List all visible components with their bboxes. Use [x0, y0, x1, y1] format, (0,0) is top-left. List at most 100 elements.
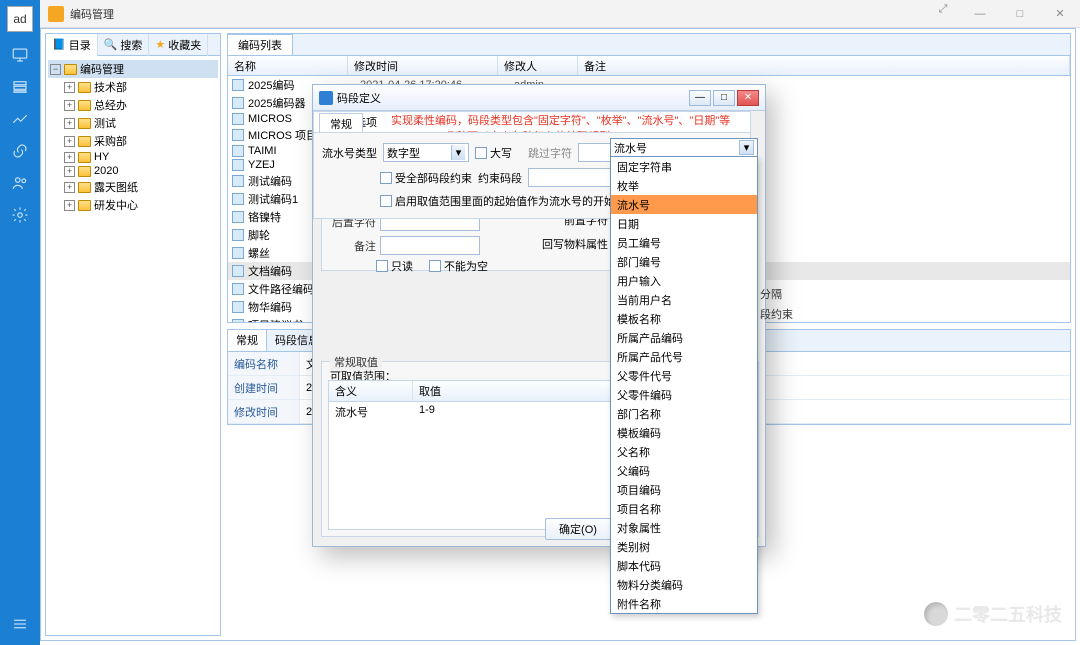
doc-icon [232, 175, 244, 187]
col-mtime[interactable]: 修改时间 [348, 56, 498, 75]
all-constraint-checkbox[interactable]: 受全部码段约束 [380, 170, 472, 186]
combo-option[interactable]: 物料分类编码 [611, 575, 757, 594]
expand-icon[interactable]: + [64, 182, 75, 193]
expand-icon[interactable]: + [64, 82, 75, 93]
chart-icon[interactable] [11, 110, 29, 128]
monitor-icon[interactable] [11, 46, 29, 64]
tab-directory[interactable]: 📘目录 [46, 34, 98, 56]
tree-node[interactable]: +露天图纸 [62, 178, 218, 196]
combo-option[interactable]: 对象属性 [611, 518, 757, 537]
dialog-tab-general[interactable]: 常规 [319, 113, 363, 134]
hamburger-icon[interactable] [11, 615, 29, 633]
tree-node[interactable]: +研发中心 [62, 196, 218, 214]
use-start-checkbox[interactable]: 启用取值范围里面的起始值作为流水号的开始值 [380, 193, 626, 209]
doc-icon [232, 211, 244, 223]
app-icon [48, 6, 64, 22]
folder-icon [64, 64, 77, 75]
doc-icon [232, 159, 244, 171]
app-title: 编码管理 [70, 6, 114, 22]
watermark: 二零二五科技 [924, 601, 1062, 627]
sidebar-rail: ad [0, 0, 40, 645]
combo-option[interactable]: 用户输入 [611, 271, 757, 290]
combo-option[interactable]: 父名称 [611, 442, 757, 461]
doc-icon [232, 113, 244, 125]
combo-option[interactable]: 枚举 [611, 176, 757, 195]
link-icon[interactable] [11, 142, 29, 160]
combo-option[interactable]: 所属产品代号 [611, 347, 757, 366]
expand-icon[interactable]: + [64, 166, 75, 177]
dialog-close-button[interactable]: ✕ [737, 90, 759, 106]
folder-icon [78, 136, 91, 147]
expand-icon[interactable]: + [64, 200, 75, 211]
tree-node[interactable]: +技术部 [62, 78, 218, 96]
combo-option[interactable]: 类别树 [611, 537, 757, 556]
combo-option[interactable]: 日期 [611, 214, 757, 233]
combo-option[interactable]: 项目编码 [611, 480, 757, 499]
dialog-max-button[interactable]: □ [713, 90, 735, 106]
dialog-min-button[interactable]: — [689, 90, 711, 106]
combo-option[interactable]: 员工编号 [611, 233, 757, 252]
dialog-icon [319, 91, 333, 105]
stack-icon[interactable] [11, 78, 29, 96]
readonly-checkbox[interactable]: 只读 [376, 258, 413, 274]
window-popout-button[interactable]: ⤢ [926, 0, 960, 20]
combo-option[interactable]: 模板名称 [611, 309, 757, 328]
combo-option[interactable]: 部门编号 [611, 252, 757, 271]
window-minimize-button[interactable]: — [960, 0, 1000, 28]
doc-icon [232, 247, 244, 259]
window-maximize-button[interactable]: □ [1000, 0, 1040, 28]
tree-node[interactable]: +采购部 [62, 132, 218, 150]
folder-icon [78, 82, 91, 93]
collapse-icon[interactable]: − [50, 64, 61, 75]
col-remark[interactable]: 备注 [578, 56, 1070, 75]
dialog-titlebar[interactable]: 码段定义 — □ ✕ [313, 85, 765, 111]
tree-root[interactable]: −编码管理 [48, 60, 218, 78]
tree-node[interactable]: +测试 [62, 114, 218, 132]
col-name[interactable]: 名称 [228, 56, 348, 75]
tab-search[interactable]: 🔍搜索 [98, 34, 150, 56]
combo-option[interactable]: 当前用户名 [611, 290, 757, 309]
combo-option[interactable]: 父编码 [611, 461, 757, 480]
users-icon[interactable] [11, 174, 29, 192]
nav-tree: −编码管理 +技术部+总经办+测试+采购部+HY+2020+露天图纸+研发中心 [46, 56, 220, 218]
tab-general[interactable]: 常规 [228, 330, 267, 351]
doc-icon [232, 283, 244, 295]
ok-button[interactable]: 确定(O) [545, 518, 611, 540]
tree-node[interactable]: +HY [62, 150, 218, 164]
tree-node[interactable]: +总经办 [62, 96, 218, 114]
tree-node[interactable]: +2020 [62, 164, 218, 178]
combo-option[interactable]: 父零件编码 [611, 385, 757, 404]
chevron-down-icon[interactable]: ▾ [739, 140, 754, 155]
titlebar: 编码管理 ⤢ — □ ✕ [40, 0, 1080, 28]
notempty-checkbox[interactable]: 不能为空 [429, 258, 488, 274]
expand-icon[interactable]: + [64, 136, 75, 147]
search-icon: 🔍 [104, 38, 118, 51]
combo-option[interactable]: 父零件代号 [611, 366, 757, 385]
remark-input[interactable] [380, 236, 480, 255]
doc-icon [232, 319, 244, 323]
combo-option[interactable]: 固定字符串 [611, 157, 757, 176]
uppercase-checkbox[interactable]: 大写 [475, 145, 512, 161]
tab-favorites[interactable]: ★收藏夹 [149, 34, 208, 56]
expand-icon[interactable]: + [64, 100, 75, 111]
tab-encoding-list[interactable]: 编码列表 [228, 34, 293, 55]
col-user[interactable]: 修改人 [498, 56, 578, 75]
combo-option[interactable]: 所属产品编码 [611, 328, 757, 347]
app-logo: ad [7, 6, 33, 32]
combo-option[interactable]: 流水号 [611, 195, 757, 214]
gear-icon[interactable] [11, 206, 29, 224]
window-close-button[interactable]: ✕ [1040, 0, 1080, 28]
combo-option[interactable]: 脚本代码 [611, 556, 757, 575]
combo-option[interactable]: 附件名称 [611, 594, 757, 613]
combo-option[interactable]: 部门名称 [611, 404, 757, 423]
folder-icon [78, 152, 91, 163]
doc-icon [232, 193, 244, 205]
combo-option[interactable]: 项目名称 [611, 499, 757, 518]
type-combobox[interactable]: 流水号 ▾ [610, 138, 758, 157]
expand-icon[interactable]: + [64, 118, 75, 129]
expand-icon[interactable]: + [64, 152, 75, 163]
combo-option[interactable]: 模板编码 [611, 423, 757, 442]
serial-type-select[interactable]: 数字型▾ [383, 143, 469, 162]
wechat-icon [924, 602, 948, 626]
doc-icon [232, 97, 244, 109]
